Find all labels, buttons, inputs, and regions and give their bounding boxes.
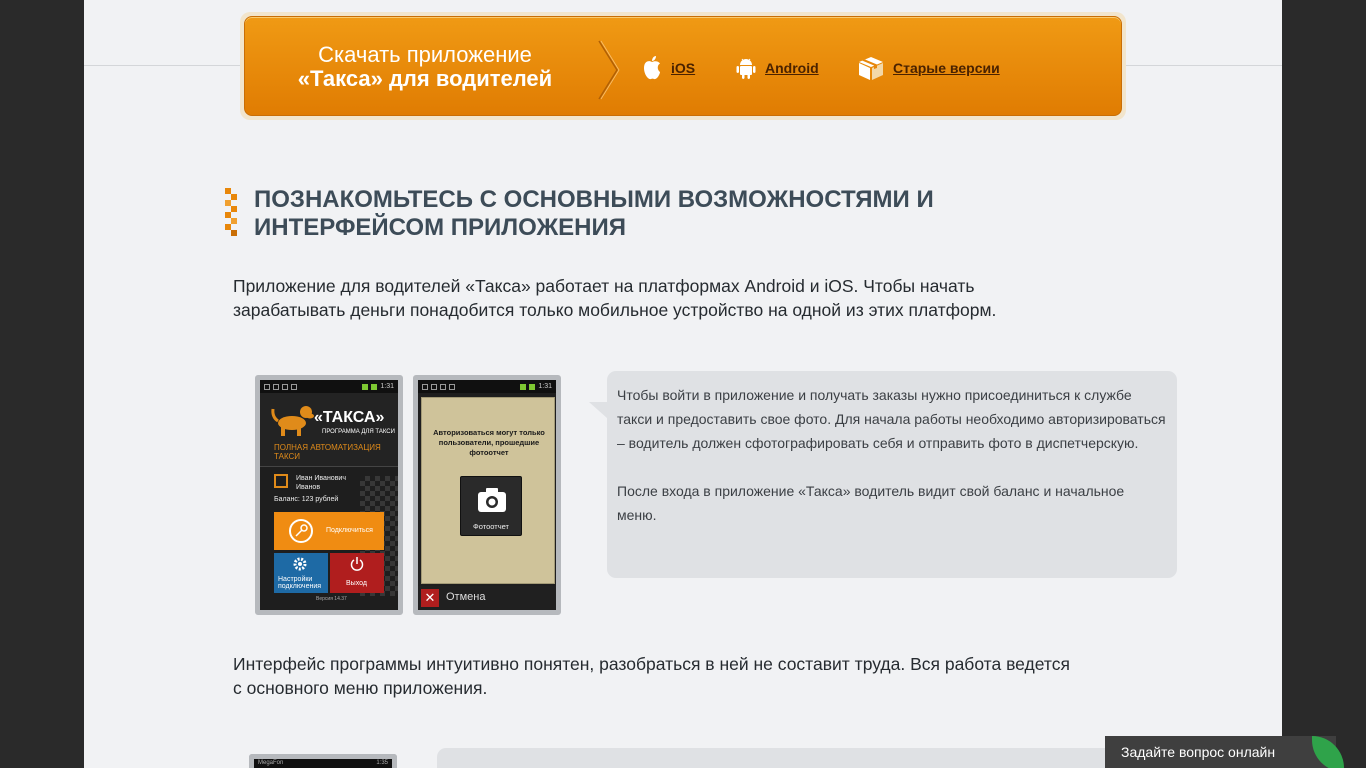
status-time: 1:31 [380, 383, 394, 390]
app-brand: «ТАКСА» [314, 409, 385, 426]
exit-label: Выход [346, 580, 367, 587]
status-time: 1:35 [376, 760, 388, 766]
dachshund-logo-icon [271, 406, 314, 436]
chevron-right-icon [598, 40, 620, 100]
carrier-label: MegaFon [258, 760, 284, 766]
info-bubble: Чтобы войти в приложение и получать зака… [589, 371, 1177, 578]
camera-icon [478, 488, 506, 512]
status-bar: 1:31 [418, 380, 556, 393]
ios-link-label[interactable]: iOS [671, 60, 695, 76]
gear-icon [293, 557, 307, 571]
app-subtitle: ПРОГРАММА ДЛЯ ТАКСИ [322, 429, 395, 435]
close-icon: ✕ [421, 589, 439, 607]
ask-question-label: Задайте вопрос онлайн [1121, 744, 1276, 760]
user-balance: Баланс: 123 рублей [274, 496, 339, 503]
settings-tile: Настройки подключения [274, 553, 328, 593]
phone-screenshot-photo-report: 1:31 Авторизоваться могут только пользов… [413, 375, 561, 615]
android-link-label[interactable]: Android [765, 60, 819, 76]
connect-label: Подключиться [326, 527, 373, 534]
interface-line1: Интерфейс программы интуитивно понятен, … [233, 654, 1070, 674]
old-versions-link-label[interactable]: Старые версии [893, 60, 1000, 76]
apple-icon [644, 56, 660, 80]
android-link[interactable]: Android [735, 55, 819, 81]
info-paragraph-2: После входа в приложение «Такса» водител… [617, 483, 1125, 523]
info-paragraph-1: Чтобы войти в приложение и получать зака… [617, 387, 1166, 451]
auth-message: Авторизоваться могут только пользователи… [433, 428, 545, 457]
interface-line2: с основного меню приложения. [233, 678, 488, 698]
intro-line2: зарабатывать деньги понадобится только м… [233, 300, 997, 320]
exit-tile: Выход [330, 553, 384, 593]
power-icon [350, 557, 364, 571]
phone-screenshot-main-menu: 1:31 «ТАКСА» ПРОГРАММА ДЛЯ ТАКСИ ПОЛНАЯ … [255, 375, 403, 615]
section-heading-line2: ИНТЕРФЕЙСОМ ПРИЛОЖЕНИЯ [254, 214, 626, 241]
cancel-label: Отмена [446, 591, 486, 603]
settings-label-line1: Настройки [278, 576, 313, 583]
user-first-name: Иван Иванович [296, 475, 346, 482]
status-bar: 1:31 [260, 380, 398, 393]
intro-line1: Приложение для водителей «Такса» работае… [233, 276, 975, 296]
user-avatar-icon [274, 474, 288, 488]
status-bar: MegaFon 1:35 [254, 759, 392, 767]
photo-report-label: Фотоотчет [473, 522, 509, 531]
android-icon [736, 58, 756, 79]
info-bubble-partial [437, 748, 1117, 768]
cancel-bar: ✕ Отмена [418, 586, 556, 610]
ask-question-online-button[interactable]: Задайте вопрос онлайн [1105, 736, 1344, 768]
ios-link[interactable]: iOS [641, 55, 695, 81]
page: Скачать приложение «Такса» для водителей… [84, 0, 1282, 768]
app-header: «ТАКСА» ПРОГРАММА ДЛЯ ТАКСИ ПОЛНАЯ АВТОМ… [260, 393, 398, 467]
section-heading: ПОЗНАКОМЬТЕСЬ С ОСНОВНЫМИ ВОЗМОЖНОСТЯМИ … [254, 186, 1054, 242]
connect-tile: Подключиться [274, 512, 384, 550]
user-name: Иван Иванович Иванов [296, 474, 346, 492]
key-icon [289, 519, 313, 543]
box-icon [859, 57, 883, 80]
settings-label-line2: подключения [278, 583, 322, 590]
interface-paragraph: Интерфейс программы интуитивно понятен, … [233, 652, 1153, 700]
banner-title-line2: «Такса» для водителей [297, 66, 553, 91]
section-heading-line1: ПОЗНАКОМЬТЕСЬ С ОСНОВНЫМИ ВОЗМОЖНОСТЯМИ … [254, 186, 934, 213]
banner-title: Скачать приложение «Такса» для водителей [245, 43, 605, 91]
auth-panel: Авторизоваться могут только пользователи… [421, 397, 555, 584]
settings-label: Настройки подключения [278, 576, 321, 590]
phone-screenshot-partial: MegaFon 1:35 [249, 754, 397, 768]
chat-leaf-icon [1312, 736, 1344, 768]
status-time: 1:31 [538, 383, 552, 390]
user-last-name: Иванов [296, 484, 321, 491]
old-versions-link[interactable]: Старые версии [857, 55, 1000, 81]
photo-report-button: Фотоотчет [460, 476, 522, 536]
heading-decoration [225, 188, 237, 236]
intro-paragraph: Приложение для водителей «Такса» работае… [233, 274, 1153, 322]
banner-title-line1: Скачать приложение [318, 42, 532, 67]
app-version: Версия 14.37 [316, 596, 347, 602]
download-banner-body: Скачать приложение «Такса» для водителей… [244, 16, 1122, 116]
download-banner: Скачать приложение «Такса» для водителей… [240, 12, 1126, 120]
app-tagline: ПОЛНАЯ АВТОМАТИЗАЦИЯ ТАКСИ [274, 443, 381, 461]
